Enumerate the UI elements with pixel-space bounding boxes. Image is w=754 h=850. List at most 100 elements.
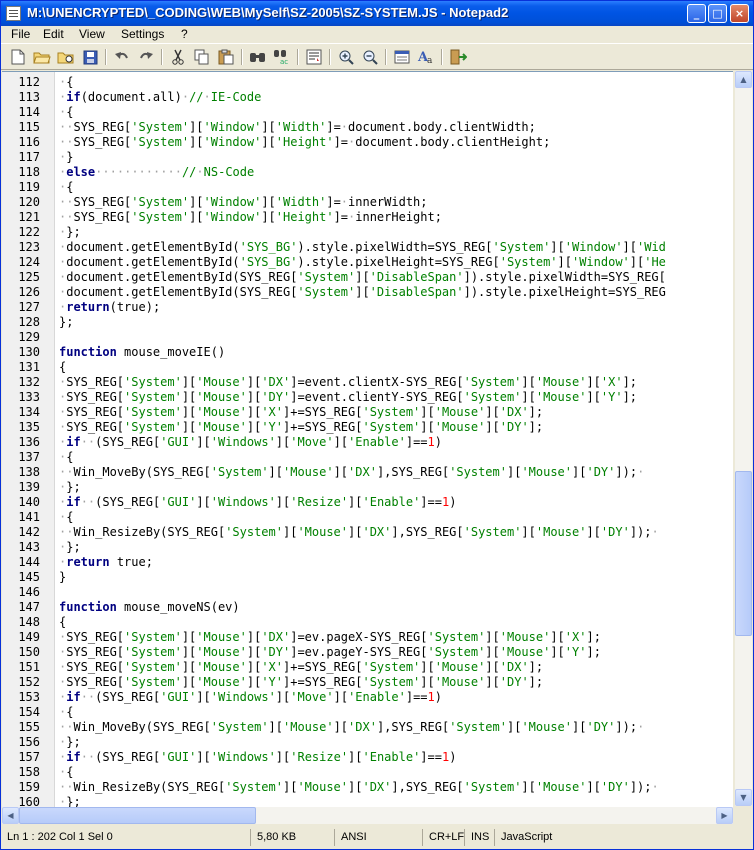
close-button[interactable]: × — [730, 4, 749, 23]
code-line[interactable]: 112 ·{ — [2, 75, 733, 90]
line-text: ·{ — [59, 75, 74, 89]
code-line[interactable]: 134 ·SYS_REG['System']['Mouse']['X']+=SYS… — [2, 405, 733, 420]
menu-settings[interactable]: Settings — [121, 27, 164, 41]
line-text: ·}; — [59, 795, 81, 807]
code-line[interactable]: 139 ·}; — [2, 480, 733, 495]
code-line[interactable]: 130 function mouse_moveIE() — [2, 345, 733, 360]
code-line[interactable]: 137 ·{ — [2, 450, 733, 465]
code-line[interactable]: 117 ·} — [2, 150, 733, 165]
status-line-endings[interactable]: CR+LF — [425, 829, 465, 846]
code-line[interactable]: 132 ·SYS_REG['System']['Mouse']['DX']=eve… — [2, 375, 733, 390]
minimize-button[interactable]: _ — [687, 4, 706, 23]
scheme-icon[interactable] — [392, 47, 412, 67]
code-line[interactable]: 138 ··Win_MoveBy(SYS_REG['System']['Mouse… — [2, 465, 733, 480]
replace-icon[interactable]: ac — [272, 47, 292, 67]
code-line[interactable]: 135 ·SYS_REG['System']['Mouse']['Y']+=SYS… — [2, 420, 733, 435]
undo-icon[interactable] — [112, 47, 132, 67]
code-line[interactable]: 119 ·{ — [2, 180, 733, 195]
browse-icon[interactable] — [56, 47, 76, 67]
code-line[interactable]: 121 ··SYS_REG['System']['Window']['Height… — [2, 210, 733, 225]
scroll-right-button[interactable]: ▶ — [716, 807, 733, 824]
code-line[interactable]: 118 ·else············//·NS-Code — [2, 165, 733, 180]
status-insert-mode[interactable]: INS — [467, 829, 495, 846]
exit-icon[interactable] — [448, 47, 468, 67]
line-text: ·document.getElementById('SYS_BG').style… — [59, 255, 666, 269]
code-line[interactable]: 155 ··Win_MoveBy(SYS_REG['System']['Mouse… — [2, 720, 733, 735]
code-line[interactable]: 156 ·}; — [2, 735, 733, 750]
code-line[interactable]: 127 ·return(true); — [2, 300, 733, 315]
line-number: 130 — [18, 345, 40, 359]
code-line[interactable]: 125 ·document.getElementById(SYS_REG['Sys… — [2, 270, 733, 285]
line-text: ·SYS_REG['System']['Mouse']['Y']+=SYS_RE… — [59, 420, 544, 434]
vertical-scroll-thumb[interactable] — [735, 471, 752, 636]
line-text: ·{ — [59, 765, 74, 779]
find-icon[interactable] — [248, 47, 268, 67]
menu-help[interactable]: ? — [181, 27, 188, 41]
code-line[interactable]: 116 ··SYS_REG['System']['Window']['Height… — [2, 135, 733, 150]
status-lexer[interactable]: JavaScript — [497, 829, 737, 846]
code-line[interactable]: 147 function mouse_moveNS(ev) — [2, 600, 733, 615]
copy-icon[interactable] — [192, 47, 212, 67]
code-line[interactable]: 113 ·if(document.all)·//·IE-Code — [2, 90, 733, 105]
save-icon[interactable] — [80, 47, 100, 67]
paste-icon[interactable] — [216, 47, 236, 67]
code-editor[interactable]: 112 ·{113 ·if(document.all)·//·IE-Code 114 ·… — [2, 71, 733, 807]
code-line[interactable]: 136 ·if··(SYS_REG['GUI']['Windows']['Move… — [2, 435, 733, 450]
svg-text:a: a — [427, 56, 433, 65]
code-line[interactable]: 145} — [2, 570, 733, 585]
code-line[interactable]: 128}; — [2, 315, 733, 330]
code-line[interactable]: 150 ·SYS_REG['System']['Mouse']['DY']=ev.… — [2, 645, 733, 660]
toolbar-separator — [329, 49, 331, 65]
code-line[interactable]: 141 ·{ — [2, 510, 733, 525]
word-wrap-icon[interactable] — [304, 47, 324, 67]
code-line[interactable]: 124 ·document.getElementById('SYS_BG').st… — [2, 255, 733, 270]
code-line[interactable]: 115 ··SYS_REG['System']['Window']['Width'… — [2, 120, 733, 135]
code-line[interactable]: 131 { — [2, 360, 733, 375]
maximize-button[interactable]: □ — [708, 4, 727, 23]
code-line[interactable]: 142 ··Win_ResizeBy(SYS_REG['System']['Mou… — [2, 525, 733, 540]
code-line[interactable]: 154 ·{ — [2, 705, 733, 720]
code-line[interactable]: 133 ·SYS_REG['System']['Mouse']['DY']=eve… — [2, 390, 733, 405]
code-line[interactable]: 123 ·document.getElementById('SYS_BG').st… — [2, 240, 733, 255]
code-line[interactable]: 157 ·if··(SYS_REG['GUI']['Windows']['Resi… — [2, 750, 733, 765]
code-line[interactable]: 126 ·document.getElementById(SYS_REG['Sys… — [2, 285, 733, 300]
code-line[interactable]: 159 ··Win_ResizeBy(SYS_REG['System']['Mou… — [2, 780, 733, 795]
code-line[interactable]: 152 ·SYS_REG['System']['Mouse']['Y']+=SYS… — [2, 675, 733, 690]
code-line[interactable]: 158 ·{ — [2, 765, 733, 780]
menu-view[interactable]: View — [79, 27, 105, 41]
menu-edit[interactable]: Edit — [43, 27, 64, 41]
code-line[interactable]: 129 — [2, 330, 733, 345]
horizontal-scroll-thumb[interactable] — [19, 807, 256, 824]
code-line[interactable]: 144 ·return true; — [2, 555, 733, 570]
status-encoding[interactable]: ANSI — [337, 829, 423, 846]
horizontal-scrollbar[interactable]: ◀ ▶ — [2, 807, 733, 824]
scroll-up-button[interactable]: ▲ — [735, 71, 752, 88]
code-line[interactable]: 114 ·{ — [2, 105, 733, 120]
code-line[interactable]: 149 ·SYS_REG['System']['Mouse']['DX']=ev.… — [2, 630, 733, 645]
notepad-app-icon[interactable] — [6, 6, 21, 21]
redo-icon[interactable] — [136, 47, 156, 67]
scroll-down-button[interactable]: ▼ — [735, 789, 752, 806]
line-text: ··Win_ResizeBy(SYS_REG['System']['Mouse'… — [59, 525, 659, 539]
scroll-left-button[interactable]: ◀ — [2, 807, 19, 824]
title-bar[interactable]: M:\UNENCRYPTED\_CODING\WEB\MySelf\SZ-200… — [1, 1, 753, 26]
code-line[interactable]: 122 ·}; — [2, 225, 733, 240]
code-line[interactable]: 143 ·}; — [2, 540, 733, 555]
menu-file[interactable]: File — [11, 27, 30, 41]
code-line[interactable]: 148 { — [2, 615, 733, 630]
code-line[interactable]: 140 ·if··(SYS_REG['GUI']['Windows']['Resi… — [2, 495, 733, 510]
line-number: 126 — [18, 285, 40, 299]
zoom-out-icon[interactable] — [360, 47, 380, 67]
line-number: 138 — [18, 465, 40, 479]
code-line[interactable]: 160 ·}; — [2, 795, 733, 807]
font-icon[interactable]: Aa — [416, 47, 436, 67]
zoom-in-icon[interactable] — [336, 47, 356, 67]
code-line[interactable]: 120 ··SYS_REG['System']['Window']['Width'… — [2, 195, 733, 210]
code-line[interactable]: 146 — [2, 585, 733, 600]
new-file-icon[interactable] — [8, 47, 28, 67]
vertical-scrollbar[interactable]: ▲ ▼ — [734, 71, 752, 806]
code-line[interactable]: 151 ·SYS_REG['System']['Mouse']['X']+=SYS… — [2, 660, 733, 675]
cut-icon[interactable] — [168, 47, 188, 67]
code-line[interactable]: 153 ·if··(SYS_REG['GUI']['Windows']['Move… — [2, 690, 733, 705]
open-folder-icon[interactable] — [32, 47, 52, 67]
